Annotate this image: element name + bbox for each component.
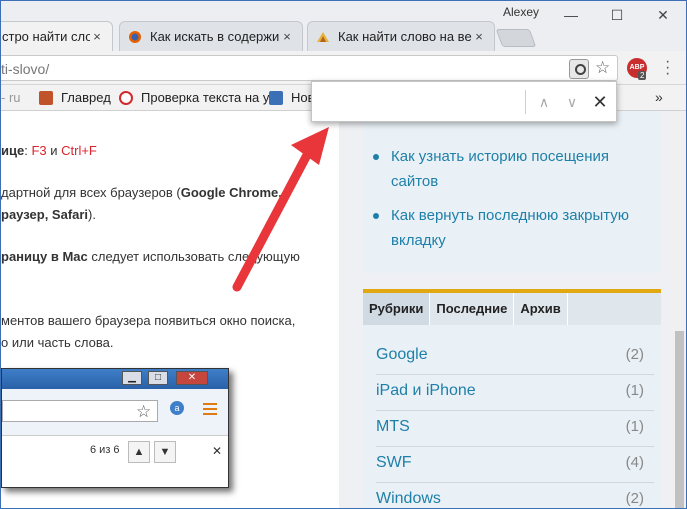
tab-title: стро найти слово <box>2 29 90 44</box>
article-line: ице: F3 и Ctrl+F <box>1 143 97 158</box>
bookmark-star-icon[interactable]: ☆ <box>595 58 610 78</box>
page-scrollbar[interactable] <box>671 111 686 508</box>
copyright-icon <box>119 90 133 105</box>
article-line: о или часть слова. <box>1 335 114 350</box>
tab-archive[interactable]: Архив <box>514 293 568 325</box>
tab-rubrics[interactable]: Рубрики <box>363 293 431 325</box>
inset-address-bar <box>2 400 158 422</box>
scrollbar-thumb[interactable] <box>675 331 684 508</box>
bookmark-item[interactable]: Нов <box>269 90 315 105</box>
inset-match-count: 6 из 6 <box>90 444 120 456</box>
tab-2[interactable]: Как искать в содержим × <box>119 21 303 51</box>
categories-widget: Рубрики Последние Архив Google (2) iPad и… <box>363 289 661 508</box>
inset-next-icon: ▼ <box>154 441 176 463</box>
glavred-icon <box>39 90 53 105</box>
find-prev-button[interactable]: ∧ <box>534 92 554 112</box>
inset-find-bar: 6 из 6 ▲ ▼ ✕ <box>2 435 228 467</box>
tab-title: Как искать в содержим <box>150 29 280 44</box>
profile-name[interactable]: Alexey <box>503 5 539 19</box>
close-window-button[interactable]: ✕ <box>653 7 673 23</box>
menu-kebab-icon[interactable]: · · · <box>665 54 670 82</box>
minimize-button[interactable]: — <box>561 7 581 23</box>
related-link-continued[interactable]: вкладку <box>373 228 653 253</box>
bookmark-item[interactable]: Проверка текста на у <box>119 90 269 105</box>
bookmarks-overflow-icon[interactable]: » <box>655 89 663 105</box>
category-item[interactable]: Windows (2) <box>376 483 654 508</box>
tab-close-icon[interactable]: × <box>280 29 294 44</box>
article-line: раузер, Safari). <box>1 207 96 222</box>
find-input[interactable] <box>318 90 524 114</box>
tab-close-icon[interactable]: × <box>90 29 104 44</box>
url-text: ti-slovo/ <box>1 61 50 77</box>
inset-maximize-icon: □ <box>148 371 168 385</box>
address-bar[interactable]: ti-slovo/ ☆ <box>1 55 618 81</box>
tab-recent[interactable]: Последние <box>430 293 515 325</box>
tab-1[interactable]: стро найти слово × <box>1 21 113 51</box>
bookmark-item[interactable]: - ru <box>1 90 21 105</box>
inset-menu-icon <box>203 403 217 418</box>
bookmark-item[interactable]: Главред <box>39 90 111 105</box>
category-item[interactable]: SWF (4) <box>376 447 654 483</box>
firefox-icon <box>129 30 141 43</box>
title-bar: стро найти слово × Как искать в содержим… <box>1 1 686 51</box>
related-link[interactable]: Как вернуть последнюю закрытую <box>373 203 653 228</box>
find-magnifier-icon[interactable] <box>569 59 589 79</box>
annotation-arrow-icon <box>232 127 329 292</box>
inset-close-find-icon: ✕ <box>212 444 223 458</box>
browser-window: стро найти слово × Как искать в содержим… <box>0 0 687 509</box>
widget-tabs: Рубрики Последние Архив <box>363 293 661 325</box>
inset-screenshot: ▁ □ ✕ ☆ a 6 из 6 ▲ ▼ ✕ <box>1 368 229 488</box>
tab-3[interactable]: Как найти слово на веб × <box>307 21 495 51</box>
adblock-count-badge: 2 <box>638 71 647 80</box>
find-close-button[interactable]: ✕ <box>590 92 610 112</box>
find-next-button[interactable]: ∨ <box>562 92 582 112</box>
new-tab-button[interactable] <box>495 29 537 47</box>
inset-title-bar: ▁ □ ✕ <box>2 369 228 389</box>
maximize-button[interactable]: ☐ <box>607 7 627 23</box>
category-item[interactable]: Google (2) <box>376 339 654 375</box>
page-favicon-icon <box>317 31 329 42</box>
related-link-continued[interactable]: сайтов <box>373 169 653 194</box>
inset-star-icon: ☆ <box>136 402 152 421</box>
inset-prev-icon: ▲ <box>128 441 150 463</box>
inset-minimize-icon: ▁ <box>122 371 142 385</box>
tab-title: Как найти слово на веб <box>338 29 472 44</box>
find-separator <box>525 90 526 114</box>
related-link[interactable]: Как узнать историю посещения <box>373 144 653 169</box>
find-in-page-bar: ∧ ∨ ✕ <box>311 81 617 122</box>
vk-icon <box>269 90 283 105</box>
inset-close-icon: ✕ <box>176 371 208 385</box>
category-item[interactable]: iPad и iPhone (1) <box>376 375 654 411</box>
browser-toolbar: ti-slovo/ ☆ ABP 2 · · · <box>1 51 686 85</box>
inset-extension-icon: a <box>170 401 184 415</box>
category-item[interactable]: MTS (1) <box>376 411 654 447</box>
article-line: ментов вашего браузера появиться окно по… <box>1 313 296 328</box>
tab-close-icon[interactable]: × <box>472 29 486 44</box>
related-links-box: его включить Как узнать историю посещени… <box>363 108 661 273</box>
